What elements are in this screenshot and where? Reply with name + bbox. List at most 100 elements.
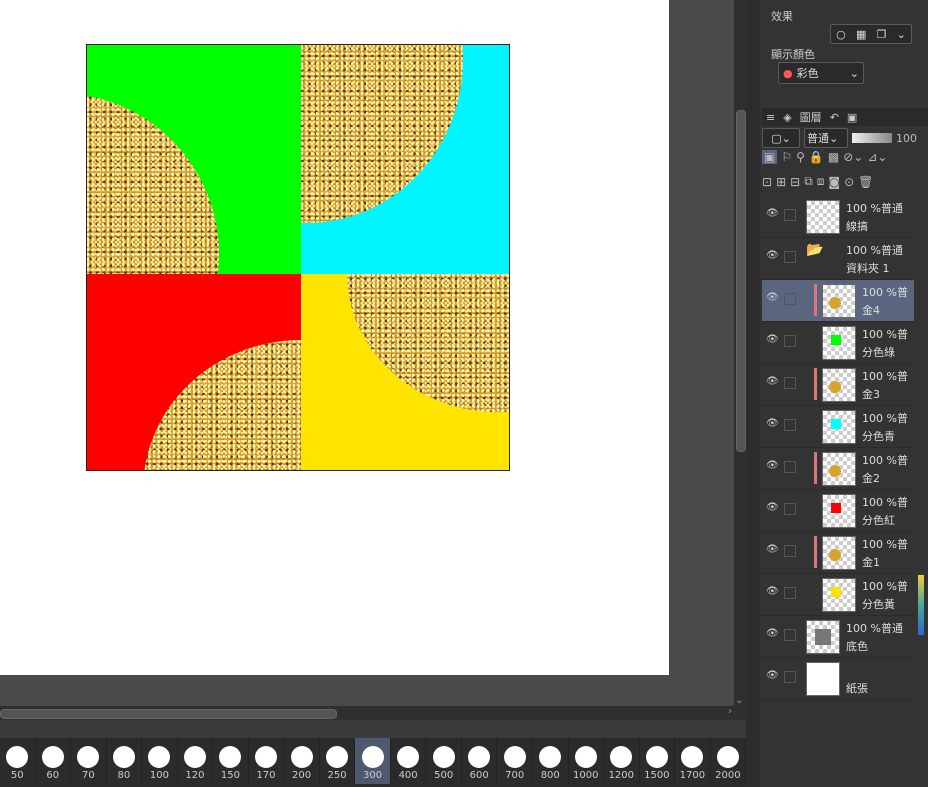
scroll-right-icon[interactable]: ›	[728, 706, 732, 717]
eye-icon[interactable]: 👁	[766, 418, 779, 429]
brush-size-60[interactable]: 60	[36, 738, 72, 784]
layer-item[interactable]: 👁 📂 100 %普通 資料夾 1	[762, 238, 914, 280]
brush-size-250[interactable]: 250	[320, 738, 356, 784]
layer-checkbox[interactable]	[784, 545, 796, 557]
layer-item[interactable]: 👁 100 %普 金2	[762, 448, 914, 490]
ruler-icon[interactable]: ⊿⌄	[867, 150, 887, 164]
brush-size-150[interactable]: 150	[213, 738, 249, 784]
vertical-scrollbar[interactable]: ⌄	[734, 0, 746, 706]
brush-size-100[interactable]: 100	[142, 738, 178, 784]
brush-size-700[interactable]: 700	[497, 738, 533, 784]
scroll-down-icon[interactable]: ⌄	[735, 695, 743, 706]
lock-icon[interactable]: 🔒	[809, 150, 824, 164]
effect-dropdown[interactable]: ○ ▦ ❐ ⌄	[830, 24, 912, 44]
horizontal-scrollbar[interactable]: ›	[0, 706, 746, 720]
layer-item[interactable]: 👁 100 %普通 底色	[762, 616, 914, 658]
layer-checkbox[interactable]	[784, 671, 796, 683]
brush-size-50[interactable]: 50	[0, 738, 36, 784]
canvas-area[interactable]	[0, 0, 734, 706]
layer-checkbox[interactable]	[784, 293, 796, 305]
artwork[interactable]	[86, 44, 510, 471]
brush-size-200[interactable]: 200	[284, 738, 320, 784]
brush-size-400[interactable]: 400	[391, 738, 427, 784]
eye-icon[interactable]: 👁	[766, 292, 779, 303]
brush-size-2000[interactable]: 2000	[711, 738, 747, 784]
new-raster-layer-icon[interactable]: ⊡	[762, 175, 772, 189]
tab-layers[interactable]: 圖層	[796, 109, 826, 125]
history-icon[interactable]: ↶	[826, 111, 843, 124]
horizontal-scroll-thumb[interactable]	[0, 709, 337, 719]
menu-icon[interactable]: ≡	[762, 111, 779, 124]
camera-icon[interactable]: ⊙	[844, 175, 854, 189]
merge-down-icon[interactable]: ⧈	[817, 174, 825, 189]
brush-size-1200[interactable]: 1200	[604, 738, 640, 784]
layer-checkbox[interactable]	[784, 377, 796, 389]
layer-checkbox[interactable]	[784, 629, 796, 641]
eye-icon[interactable]: 👁	[766, 250, 779, 261]
layer-item[interactable]: 👁 100 %普 分色綠	[762, 322, 914, 364]
layer-type-dropdown[interactable]: ▢⌄	[762, 128, 800, 148]
eye-icon[interactable]: 👁	[766, 334, 779, 345]
brush-size-300[interactable]: 300	[355, 738, 391, 784]
layer-checkbox[interactable]	[784, 419, 796, 431]
layer-item[interactable]: 👁 100 %普 金3	[762, 364, 914, 406]
reference-icon[interactable]: ⚐	[781, 150, 792, 164]
ref-select-icon[interactable]: ⚲	[796, 150, 805, 164]
new-folder-icon[interactable]: ⊟	[790, 175, 800, 189]
layer-item[interactable]: 👁 100 %普 分色青	[762, 406, 914, 448]
opacity-value[interactable]: 100	[896, 132, 917, 145]
eye-icon[interactable]: 👁	[766, 502, 779, 513]
display-color-dropdown[interactable]: ● 彩色 ⌄	[778, 62, 864, 84]
paper[interactable]	[0, 0, 669, 675]
eye-icon[interactable]: 👁	[766, 670, 779, 681]
trash-icon[interactable]: 🗑	[858, 175, 873, 189]
layer-item[interactable]: 👁 紙張	[762, 658, 914, 700]
brush-size-800[interactable]: 800	[533, 738, 569, 784]
layer-opacity-blend: 100 %普	[862, 370, 908, 383]
blend-mode-dropdown[interactable]: 普通 ⌄	[804, 128, 848, 148]
clip-icon[interactable]: ▣	[762, 150, 778, 164]
layer-item[interactable]: 👁 100 %普 金4	[762, 280, 914, 322]
lock-transparent-icon[interactable]: ▩	[828, 150, 839, 164]
mask-icon[interactable]: ⊘⌄	[843, 150, 863, 164]
brush-size-1000[interactable]: 1000	[569, 738, 605, 784]
brush-size-80[interactable]: 80	[107, 738, 143, 784]
panel-grip[interactable]	[746, 0, 760, 787]
brush-size-1500[interactable]: 1500	[640, 738, 676, 784]
brush-size-1700[interactable]: 1700	[675, 738, 711, 784]
layer-checkbox[interactable]	[784, 251, 796, 263]
copy-layer-icon[interactable]: ⧉	[804, 174, 813, 189]
layer-checkbox[interactable]	[784, 461, 796, 473]
mask-add-icon[interactable]: ◙	[828, 175, 840, 189]
layers-icon[interactable]: ◈	[779, 111, 795, 124]
eye-icon[interactable]: 👁	[766, 586, 779, 597]
eye-icon[interactable]: 👁	[766, 628, 779, 639]
eye-icon[interactable]: 👁	[766, 460, 779, 471]
brush-size-500[interactable]: 500	[426, 738, 462, 784]
opacity-slider[interactable]	[852, 133, 892, 143]
layer-name: 金2	[862, 472, 880, 485]
layer-checkbox[interactable]	[784, 503, 796, 515]
layer-checkbox[interactable]	[784, 587, 796, 599]
eye-icon[interactable]: 👁	[766, 208, 779, 219]
layer-item[interactable]: 👁 100 %普 分色黃	[762, 574, 914, 616]
brush-size-600[interactable]: 600	[462, 738, 498, 784]
eye-icon[interactable]: 👁	[766, 544, 779, 555]
brush-dot-icon	[361, 746, 384, 768]
layer-item[interactable]: 👁 100 %普 金1	[762, 532, 914, 574]
effect-label: 效果	[771, 10, 793, 23]
layer-checkbox[interactable]	[784, 335, 796, 347]
tone-icon: ▦	[855, 27, 867, 41]
brush-size-170[interactable]: 170	[249, 738, 285, 784]
brush-size-120[interactable]: 120	[178, 738, 214, 784]
layer-item[interactable]: 👁 100 %普通 線搞	[762, 196, 914, 238]
eye-icon[interactable]: 👁	[766, 376, 779, 387]
vertical-scroll-thumb[interactable]	[736, 110, 746, 452]
color-circles-icon: ●	[783, 66, 793, 80]
navigator-icon[interactable]: ▣	[843, 111, 861, 124]
layer-checkbox[interactable]	[784, 209, 796, 221]
brush-size-70[interactable]: 70	[71, 738, 107, 784]
brush-size-label: 50	[10, 770, 24, 781]
new-vector-layer-icon[interactable]: ⊞	[776, 175, 786, 189]
layer-item[interactable]: 👁 100 %普 分色紅	[762, 490, 914, 532]
